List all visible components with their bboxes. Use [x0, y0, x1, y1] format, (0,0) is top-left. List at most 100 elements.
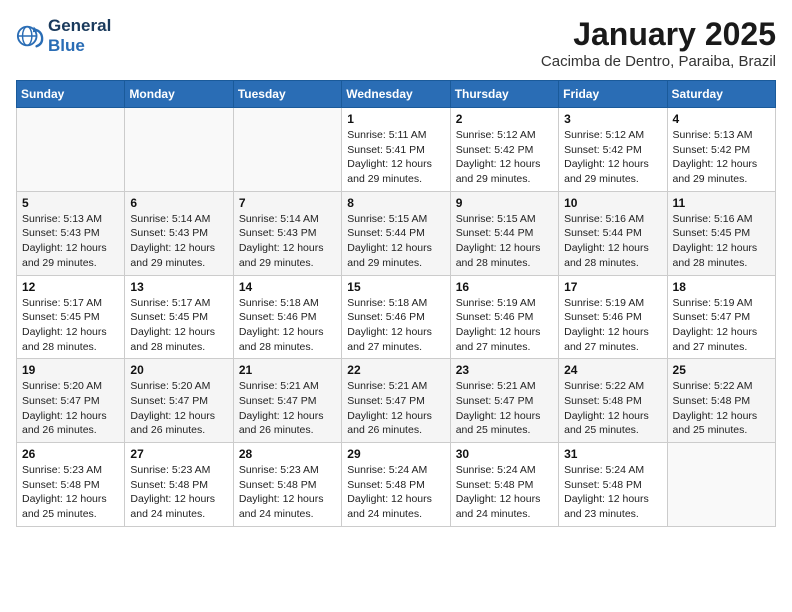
day-number: 3 — [564, 112, 661, 126]
day-info: Sunrise: 5:11 AM Sunset: 5:41 PM Dayligh… — [347, 128, 444, 187]
calendar-cell: 30 Sunrise: 5:24 AM Sunset: 5:48 PM Dayli… — [450, 443, 558, 527]
day-number: 5 — [22, 196, 119, 210]
calendar-cell: 11 Sunrise: 5:16 AM Sunset: 5:45 PM Dayli… — [667, 191, 775, 275]
calendar-cell: 13 Sunrise: 5:17 AM Sunset: 5:45 PM Dayli… — [125, 275, 233, 359]
title-block: January 2025 Cacimba de Dentro, Paraiba,… — [541, 16, 776, 70]
calendar-cell: 19 Sunrise: 5:20 AM Sunset: 5:47 PM Dayli… — [17, 359, 125, 443]
day-info: Sunrise: 5:24 AM Sunset: 5:48 PM Dayligh… — [564, 463, 661, 522]
day-info: Sunrise: 5:12 AM Sunset: 5:42 PM Dayligh… — [564, 128, 661, 187]
calendar-cell — [233, 108, 341, 192]
calendar-cell: 3 Sunrise: 5:12 AM Sunset: 5:42 PM Daylig… — [559, 108, 667, 192]
day-info: Sunrise: 5:14 AM Sunset: 5:43 PM Dayligh… — [130, 212, 227, 271]
day-info: Sunrise: 5:12 AM Sunset: 5:42 PM Dayligh… — [456, 128, 553, 187]
calendar-cell: 20Sunrise: 5:20 AM Sunset: 5:47 PM Dayli… — [125, 359, 233, 443]
day-number: 9 — [456, 196, 553, 210]
day-number: 13 — [130, 280, 227, 294]
day-info: Sunrise: 5:13 AM Sunset: 5:43 PM Dayligh… — [22, 212, 119, 271]
calendar-cell: 15 Sunrise: 5:18 AM Sunset: 5:46 PM Dayli… — [342, 275, 450, 359]
day-number: 15 — [347, 280, 444, 294]
day-number: 30 — [456, 447, 553, 461]
day-info: Sunrise: 5:19 AM Sunset: 5:46 PM Dayligh… — [456, 296, 553, 355]
calendar-cell: 6 Sunrise: 5:14 AM Sunset: 5:43 PM Daylig… — [125, 191, 233, 275]
weekday-header: Sunday — [17, 81, 125, 108]
calendar-cell: 29 Sunrise: 5:24 AM Sunset: 5:48 PM Dayli… — [342, 443, 450, 527]
calendar-cell: 31 Sunrise: 5:24 AM Sunset: 5:48 PM Dayli… — [559, 443, 667, 527]
calendar-cell: 22 Sunrise: 5:21 AM Sunset: 5:47 PM Dayli… — [342, 359, 450, 443]
day-info: Sunrise: 5:24 AM Sunset: 5:48 PM Dayligh… — [347, 463, 444, 522]
day-number: 4 — [673, 112, 770, 126]
calendar-cell: 26 Sunrise: 5:23 AM Sunset: 5:48 PM Dayli… — [17, 443, 125, 527]
day-info: Sunrise: 5:16 AM Sunset: 5:45 PM Dayligh… — [673, 212, 770, 271]
weekday-header: Monday — [125, 81, 233, 108]
month-title: January 2025 — [541, 16, 776, 53]
day-number: 27 — [130, 447, 227, 461]
day-info: Sunrise: 5:19 AM Sunset: 5:47 PM Dayligh… — [673, 296, 770, 355]
day-info: Sunrise: 5:17 AM Sunset: 5:45 PM Dayligh… — [130, 296, 227, 355]
day-number: 2 — [456, 112, 553, 126]
calendar-cell: 1 Sunrise: 5:11 AM Sunset: 5:41 PM Daylig… — [342, 108, 450, 192]
day-number: 12 — [22, 280, 119, 294]
day-number: 6 — [130, 196, 227, 210]
weekday-header: Saturday — [667, 81, 775, 108]
day-number: 20 — [130, 363, 227, 377]
day-info: Sunrise: 5:19 AM Sunset: 5:46 PM Dayligh… — [564, 296, 661, 355]
calendar-cell: 28 Sunrise: 5:23 AM Sunset: 5:48 PM Dayli… — [233, 443, 341, 527]
day-info: Sunrise: 5:15 AM Sunset: 5:44 PM Dayligh… — [456, 212, 553, 271]
day-number: 21 — [239, 363, 336, 377]
day-info: Sunrise: 5:24 AM Sunset: 5:48 PM Dayligh… — [456, 463, 553, 522]
day-number: 22 — [347, 363, 444, 377]
day-number: 25 — [673, 363, 770, 377]
day-info: Sunrise: 5:23 AM Sunset: 5:48 PM Dayligh… — [130, 463, 227, 522]
logo-icon — [16, 22, 44, 50]
day-info: Sunrise: 5:20 AM Sunset: 5:47 PM Dayligh… — [22, 379, 119, 438]
day-number: 19 — [22, 363, 119, 377]
day-info: Sunrise: 5:14 AM Sunset: 5:43 PM Dayligh… — [239, 212, 336, 271]
day-info: Sunrise: 5:17 AM Sunset: 5:45 PM Dayligh… — [22, 296, 119, 355]
calendar-cell: 24Sunrise: 5:22 AM Sunset: 5:48 PM Dayli… — [559, 359, 667, 443]
weekday-header: Friday — [559, 81, 667, 108]
day-number: 31 — [564, 447, 661, 461]
calendar-cell: 4 Sunrise: 5:13 AM Sunset: 5:42 PM Daylig… — [667, 108, 775, 192]
day-info: Sunrise: 5:22 AM Sunset: 5:48 PM Dayligh… — [564, 379, 661, 438]
calendar-cell: 10 Sunrise: 5:16 AM Sunset: 5:44 PM Dayli… — [559, 191, 667, 275]
day-info: Sunrise: 5:18 AM Sunset: 5:46 PM Dayligh… — [347, 296, 444, 355]
calendar-cell — [125, 108, 233, 192]
calendar-cell: 21 Sunrise: 5:21 AM Sunset: 5:47 PM Dayli… — [233, 359, 341, 443]
day-info: Sunrise: 5:21 AM Sunset: 5:47 PM Dayligh… — [239, 379, 336, 438]
day-number: 26 — [22, 447, 119, 461]
calendar-cell: 8 Sunrise: 5:15 AM Sunset: 5:44 PM Daylig… — [342, 191, 450, 275]
calendar-cell: 7 Sunrise: 5:14 AM Sunset: 5:43 PM Daylig… — [233, 191, 341, 275]
calendar-cell: 25Sunrise: 5:22 AM Sunset: 5:48 PM Dayli… — [667, 359, 775, 443]
location: Cacimba de Dentro, Paraiba, Brazil — [541, 53, 776, 70]
day-info: Sunrise: 5:21 AM Sunset: 5:47 PM Dayligh… — [347, 379, 444, 438]
day-number: 23 — [456, 363, 553, 377]
calendar-cell: 16 Sunrise: 5:19 AM Sunset: 5:46 PM Dayli… — [450, 275, 558, 359]
calendar-cell: 18 Sunrise: 5:19 AM Sunset: 5:47 PM Dayli… — [667, 275, 775, 359]
calendar-table: SundayMondayTuesdayWednesdayThursdayFrid… — [16, 80, 776, 527]
calendar-cell: 27 Sunrise: 5:23 AM Sunset: 5:48 PM Dayli… — [125, 443, 233, 527]
day-number: 7 — [239, 196, 336, 210]
day-info: Sunrise: 5:15 AM Sunset: 5:44 PM Dayligh… — [347, 212, 444, 271]
page-header: General Blue January 2025 Cacimba de Den… — [16, 16, 776, 70]
logo-line2: Blue — [48, 36, 111, 56]
calendar-cell: 17 Sunrise: 5:19 AM Sunset: 5:46 PM Dayli… — [559, 275, 667, 359]
day-info: Sunrise: 5:23 AM Sunset: 5:48 PM Dayligh… — [22, 463, 119, 522]
day-number: 28 — [239, 447, 336, 461]
weekday-header: Wednesday — [342, 81, 450, 108]
logo-text: General Blue — [48, 16, 111, 55]
day-info: Sunrise: 5:16 AM Sunset: 5:44 PM Dayligh… — [564, 212, 661, 271]
day-number: 11 — [673, 196, 770, 210]
day-number: 10 — [564, 196, 661, 210]
logo: General Blue — [16, 16, 111, 55]
weekday-header: Thursday — [450, 81, 558, 108]
day-number: 16 — [456, 280, 553, 294]
day-number: 29 — [347, 447, 444, 461]
day-number: 18 — [673, 280, 770, 294]
calendar-cell: 23Sunrise: 5:21 AM Sunset: 5:47 PM Dayli… — [450, 359, 558, 443]
day-number: 1 — [347, 112, 444, 126]
day-info: Sunrise: 5:23 AM Sunset: 5:48 PM Dayligh… — [239, 463, 336, 522]
day-info: Sunrise: 5:13 AM Sunset: 5:42 PM Dayligh… — [673, 128, 770, 187]
day-number: 14 — [239, 280, 336, 294]
day-number: 8 — [347, 196, 444, 210]
day-number: 17 — [564, 280, 661, 294]
